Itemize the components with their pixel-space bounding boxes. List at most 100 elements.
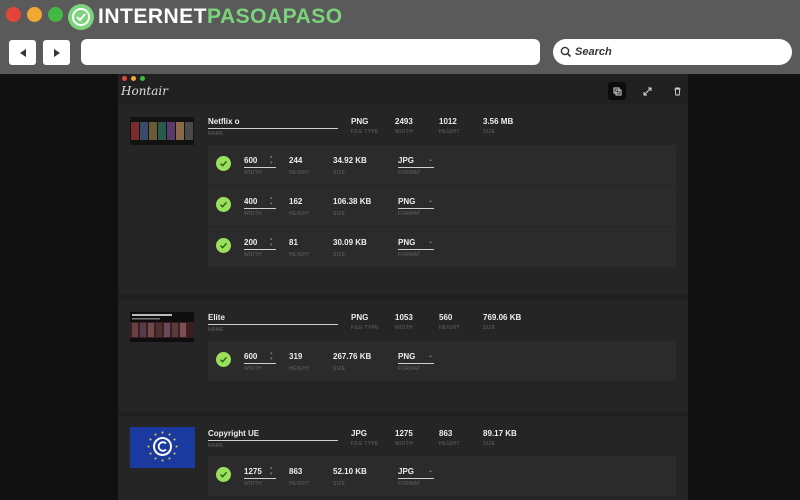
- width-value: 1053: [395, 313, 413, 322]
- app-maximize-button[interactable]: [140, 76, 145, 81]
- file-thumbnail: [130, 427, 195, 468]
- forward-button[interactable]: [43, 40, 70, 65]
- height-caption: HEIGHT: [289, 170, 310, 176]
- size-caption: SIZE: [333, 211, 346, 217]
- brand-text: INTERNETPASOAPASO: [98, 5, 343, 29]
- file-type-value: PNG: [351, 117, 369, 126]
- variant-row: 400 ▴ ▾ WIDTH 162 HEIGHT 106.38 KB SIZE P…: [208, 186, 676, 226]
- height-caption: HEIGHT: [439, 441, 460, 447]
- brand-part-2: PASOAPASO: [207, 5, 343, 28]
- format-caption: FORMAT: [398, 481, 421, 487]
- width-stepper[interactable]: ▴ ▾: [270, 195, 273, 207]
- width-stepper[interactable]: ▴ ▾: [270, 154, 273, 166]
- width-caption: WIDTH: [244, 211, 262, 217]
- app-titlebar: Hontair: [118, 74, 688, 104]
- address-bar[interactable]: [81, 39, 540, 65]
- size-value: 769.06 KB: [483, 313, 522, 322]
- width-value: 1275: [395, 429, 413, 438]
- width-caption: WIDTH: [244, 170, 262, 176]
- size-value: 267.76 KB: [333, 352, 372, 361]
- name-caption: NAME: [208, 327, 224, 333]
- size-value: 89.17 KB: [483, 429, 517, 438]
- height-caption: HEIGHT: [289, 366, 310, 372]
- check-icon: [216, 156, 231, 171]
- resize-button[interactable]: [638, 82, 656, 100]
- format-caption: FORMAT: [398, 252, 421, 258]
- size-caption: SIZE: [483, 325, 496, 331]
- back-arrow-icon: [19, 48, 26, 57]
- size-value: 34.92 KB: [333, 156, 367, 165]
- check-icon: [216, 352, 231, 367]
- height-value: 863: [439, 429, 453, 438]
- chevron-down-icon: ⌄: [428, 239, 434, 245]
- file-name[interactable]: Netflix o: [208, 117, 338, 129]
- name-caption: NAME: [208, 131, 224, 137]
- width-stepper[interactable]: ▴ ▾: [270, 350, 273, 362]
- size-caption: SIZE: [333, 170, 346, 176]
- trash-icon: [674, 87, 680, 95]
- file-type-caption: FILE TYPE: [351, 325, 379, 331]
- app-window: Hontair Netflix o NAME PNG FILE TYPE 249…: [118, 74, 688, 500]
- height-caption: HEIGHT: [289, 252, 310, 258]
- name-caption: NAME: [208, 443, 224, 449]
- file-name[interactable]: Elite: [208, 313, 338, 325]
- chevron-down-icon: ⌄: [428, 198, 434, 204]
- size-value: 106.38 KB: [333, 197, 372, 206]
- size-value: 3.56 MB: [483, 117, 514, 126]
- width-caption: WIDTH: [395, 441, 413, 447]
- file-group: Netflix o NAME PNG FILE TYPE 2493 WIDTH …: [118, 104, 688, 294]
- check-icon: [216, 197, 231, 212]
- size-caption: SIZE: [483, 129, 496, 135]
- maximize-window-button[interactable]: [48, 7, 63, 22]
- height-caption: HEIGHT: [289, 211, 310, 217]
- size-caption: SIZE: [483, 441, 496, 447]
- search-icon: [560, 46, 572, 58]
- height-value: 863: [289, 467, 303, 476]
- search-label: Search: [575, 46, 612, 58]
- variant-row: 200 ▴ ▾ WIDTH 81 HEIGHT 30.09 KB SIZE PNG…: [208, 227, 676, 267]
- size-caption: SIZE: [333, 252, 346, 258]
- file-type-value: JPG: [351, 429, 368, 438]
- select-icon: [613, 87, 621, 95]
- browser-titlebar: INTERNETPASOAPASO: [0, 0, 800, 33]
- size-value: 30.09 KB: [333, 238, 367, 247]
- browser-navbar: Search: [0, 33, 800, 74]
- app-minimize-button[interactable]: [131, 76, 136, 81]
- format-caption: FORMAT: [398, 366, 421, 372]
- resize-icon: [643, 87, 651, 95]
- width-caption: WIDTH: [244, 481, 262, 487]
- height-value: 560: [439, 313, 453, 322]
- width-caption: WIDTH: [244, 252, 262, 258]
- file-name[interactable]: Copyright UE: [208, 429, 338, 441]
- check-icon: [216, 467, 231, 482]
- select-button[interactable]: [608, 82, 626, 100]
- height-value: 244: [289, 156, 303, 165]
- size-caption: SIZE: [333, 481, 346, 487]
- brand-logo-icon: [68, 4, 94, 30]
- file-type-caption: FILE TYPE: [351, 129, 379, 135]
- variant-row: 600 ▴ ▾ WIDTH 319 HEIGHT 267.76 KB SIZE P…: [208, 341, 676, 381]
- height-value: 1012: [439, 117, 457, 126]
- width-caption: WIDTH: [395, 325, 413, 331]
- search-input[interactable]: Search: [553, 39, 792, 65]
- height-value: 319: [289, 352, 303, 361]
- height-value: 81: [289, 238, 298, 247]
- chevron-down-icon: ⌄: [428, 157, 434, 163]
- brand-part-1: INTERNET: [98, 5, 207, 28]
- format-caption: FORMAT: [398, 211, 421, 217]
- chevron-down-icon: ⌄: [428, 353, 434, 359]
- close-window-button[interactable]: [6, 7, 21, 22]
- width-stepper[interactable]: ▴ ▾: [270, 236, 273, 248]
- file-group: Elite NAME PNG FILE TYPE 1053 WIDTH 560 …: [118, 300, 688, 412]
- height-value: 162: [289, 197, 303, 206]
- minimize-window-button[interactable]: [27, 7, 42, 22]
- chevron-down-icon: ⌄: [428, 468, 434, 474]
- file-thumbnail: [130, 117, 194, 145]
- file-type-caption: FILE TYPE: [351, 441, 379, 447]
- height-caption: HEIGHT: [439, 129, 460, 135]
- delete-button[interactable]: [668, 82, 686, 100]
- app-close-button[interactable]: [122, 76, 127, 81]
- back-button[interactable]: [9, 40, 36, 65]
- width-stepper[interactable]: ▴ ▾: [270, 465, 273, 477]
- app-logo: Hontair: [121, 84, 168, 98]
